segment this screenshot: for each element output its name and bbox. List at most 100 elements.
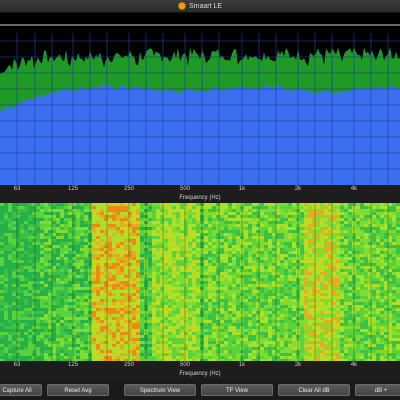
spectrograph-cell [228,305,232,308]
spectrograph-plot[interactable] [0,203,400,361]
spectrograph-cell [248,239,252,242]
spectrograph-cell [304,230,308,233]
spectrograph-cell [312,218,316,221]
spectrograph-cell [20,206,24,209]
spectrograph-cell [132,329,136,332]
spectrograph-cell [316,299,320,302]
spectrograph-cell [40,242,44,245]
spectrograph-cell [208,248,212,251]
spectrograph-cell [180,227,184,230]
spectrograph-cell [108,227,112,230]
spectrograph-cell [196,284,200,287]
spectrograph-cell [268,338,272,341]
spectrograph-cell [4,260,8,263]
spectrograph-cell [12,251,16,254]
spectrograph-cell [60,344,64,347]
spectrograph-cell [368,281,372,284]
spectrograph-cell [236,266,240,269]
spectrograph-cell [264,254,268,257]
spectrograph-cell [276,314,280,317]
spectrograph-cell [136,242,140,245]
spectrograph-cell [40,236,44,239]
spectrograph-cell [16,293,20,296]
spectrograph-cell [152,260,156,263]
spectrograph-cell [280,278,284,281]
spectrograph-cell [220,269,224,272]
spectrograph-cell [52,290,56,293]
spectrograph-cell [184,320,188,323]
spectrograph-cell [332,215,336,218]
spectrograph-cell [288,206,292,209]
spectrograph-cell [264,329,268,332]
spectrograph-cell [332,245,336,248]
spectrograph-cell [272,341,276,344]
spectrograph-cell [204,305,208,308]
spectrograph-cell [348,311,352,314]
spectrograph-cell [324,215,328,218]
spectrograph-cell [20,278,24,281]
spectrograph-cell [68,302,72,305]
spectrograph-cell [8,305,12,308]
spectrum-plot[interactable] [0,13,400,185]
spectrograph-cell [104,287,108,290]
spectrograph-cell [148,335,152,338]
spectrograph-cell [344,275,348,278]
spectrograph-cell [192,335,196,338]
spectrograph-cell [0,251,4,254]
spectrograph-cell [48,350,52,353]
spectrograph-cell [220,350,224,353]
spectrograph-cell [120,215,124,218]
spectrograph-cell [104,329,108,332]
spectrograph-cell [304,317,308,320]
spectrograph-cell [44,209,48,212]
spectrograph-cell [236,311,240,314]
spectrograph-cell [164,248,168,251]
spectrograph-cell [80,236,84,239]
spectrograph-cell [136,353,140,356]
spectrograph-cell [344,284,348,287]
spectrograph-cell [300,320,304,323]
spectrograph-cell [56,332,60,335]
spectrograph-cell [156,257,160,260]
spectrograph-cell [360,302,364,305]
spectrograph-cell [184,311,188,314]
spectrograph-cell [100,278,104,281]
spectrograph-cell [224,308,228,311]
spectrograph-cell [20,290,24,293]
spectrograph-cell [364,347,368,350]
spectrograph-cell [328,347,332,350]
spectrograph-cell [8,263,12,266]
spectrograph-cell [324,206,328,209]
spectrograph-cell [112,218,116,221]
spectrograph-cell [268,311,272,314]
spectrograph-cell [340,275,344,278]
spectrograph-cell [188,281,192,284]
spectrograph-cell [300,311,304,314]
spectrograph-cell [300,248,304,251]
spectrograph-cell [324,245,328,248]
spectrograph-cell [112,344,116,347]
spectrograph-cell [96,209,100,212]
spectrograph-cell [216,305,220,308]
spectrograph-cell [4,230,8,233]
spectrograph-cell [244,209,248,212]
spectrograph-cell [84,290,88,293]
spectrograph-cell [168,233,172,236]
spectrograph-cell [276,344,280,347]
spectrograph-cell [40,302,44,305]
spectrograph-cell [140,230,144,233]
spectrograph-cell [324,287,328,290]
spectrograph-cell [288,332,292,335]
spectrograph-cell [64,311,68,314]
spectrograph-cell [220,344,224,347]
spectrograph-cell [216,293,220,296]
spectrograph-cell [360,233,364,236]
spectrograph-cell [52,308,56,311]
spectrograph-cell [224,215,228,218]
spectrograph-cell [280,206,284,209]
spectrograph-cell [340,284,344,287]
spectrograph-cell [140,326,144,329]
spectrograph-cell [76,347,80,350]
spectrograph-cell [80,311,84,314]
spectrograph-cell [284,215,288,218]
